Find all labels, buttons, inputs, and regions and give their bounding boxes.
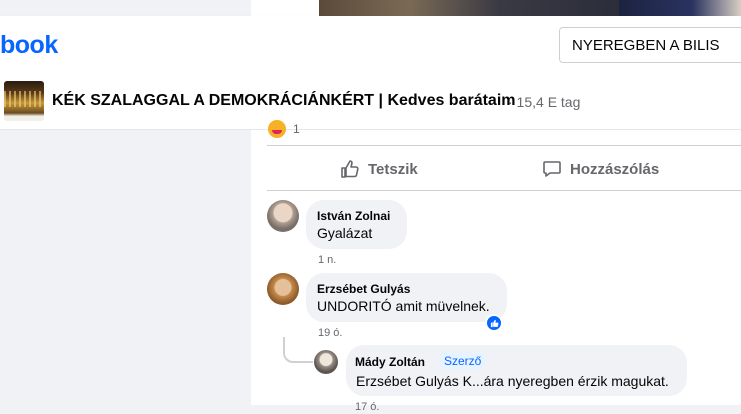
avatar[interactable] [267, 200, 299, 232]
search-box[interactable]: NYEREGBEN A BILIS [559, 27, 741, 63]
comment-label: Hozzászólás [570, 160, 660, 178]
comment-timestamp[interactable]: 19 ó. [318, 326, 342, 340]
comment-author[interactable]: Erzsébet Gulyás [317, 281, 410, 297]
group-thumbnail[interactable] [4, 81, 44, 121]
left-column [0, 130, 251, 405]
avatar[interactable] [314, 350, 338, 374]
reaction-count[interactable]: 1 [293, 122, 300, 136]
post-photo[interactable] [319, 0, 741, 16]
group-member-count: · 15,4 E tag [508, 94, 581, 110]
thumbs-up-icon [341, 160, 359, 178]
facebook-logo[interactable]: book [0, 30, 58, 60]
reply-text: Erzsébet Gulyás K...ára nyeregben érzik … [356, 373, 669, 389]
comment-timestamp[interactable]: 1 n. [318, 253, 336, 267]
reply-timestamp[interactable]: 17 ó. [355, 400, 379, 414]
comment-author[interactable]: István Zolnai [317, 208, 390, 224]
thread-connector [283, 337, 313, 363]
comment-button[interactable]: Hozzászólás [542, 150, 659, 188]
like-button[interactable]: Tetszik [340, 150, 418, 188]
group-title[interactable]: KÉK SZALAGGAL A DEMOKRÁCIÁNKÉRT | Kedves… [52, 91, 516, 111]
reply-author[interactable]: Mády Zoltán [355, 354, 425, 370]
divider [267, 190, 741, 191]
comment-text: UNDORITÓ amit müvelnek. [317, 298, 490, 314]
background-strip [0, 0, 251, 16]
angry-reaction-icon[interactable] [268, 120, 286, 138]
like-reaction-icon[interactable] [485, 314, 503, 332]
like-label: Tetszik [368, 160, 418, 178]
top-header: book NYEREGBEN A BILIS [0, 16, 741, 73]
avatar[interactable] [267, 273, 299, 305]
comment-text: Gyalázat [317, 225, 373, 241]
search-input[interactable]: NYEREGBEN A BILIS [572, 36, 720, 56]
author-badge: Szerző [440, 352, 486, 370]
comment-icon [543, 161, 561, 177]
post-header-bar: KÉK SZALAGGAL A DEMOKRÁCIÁNKÉRT | Kedves… [0, 73, 741, 130]
divider [267, 145, 741, 146]
